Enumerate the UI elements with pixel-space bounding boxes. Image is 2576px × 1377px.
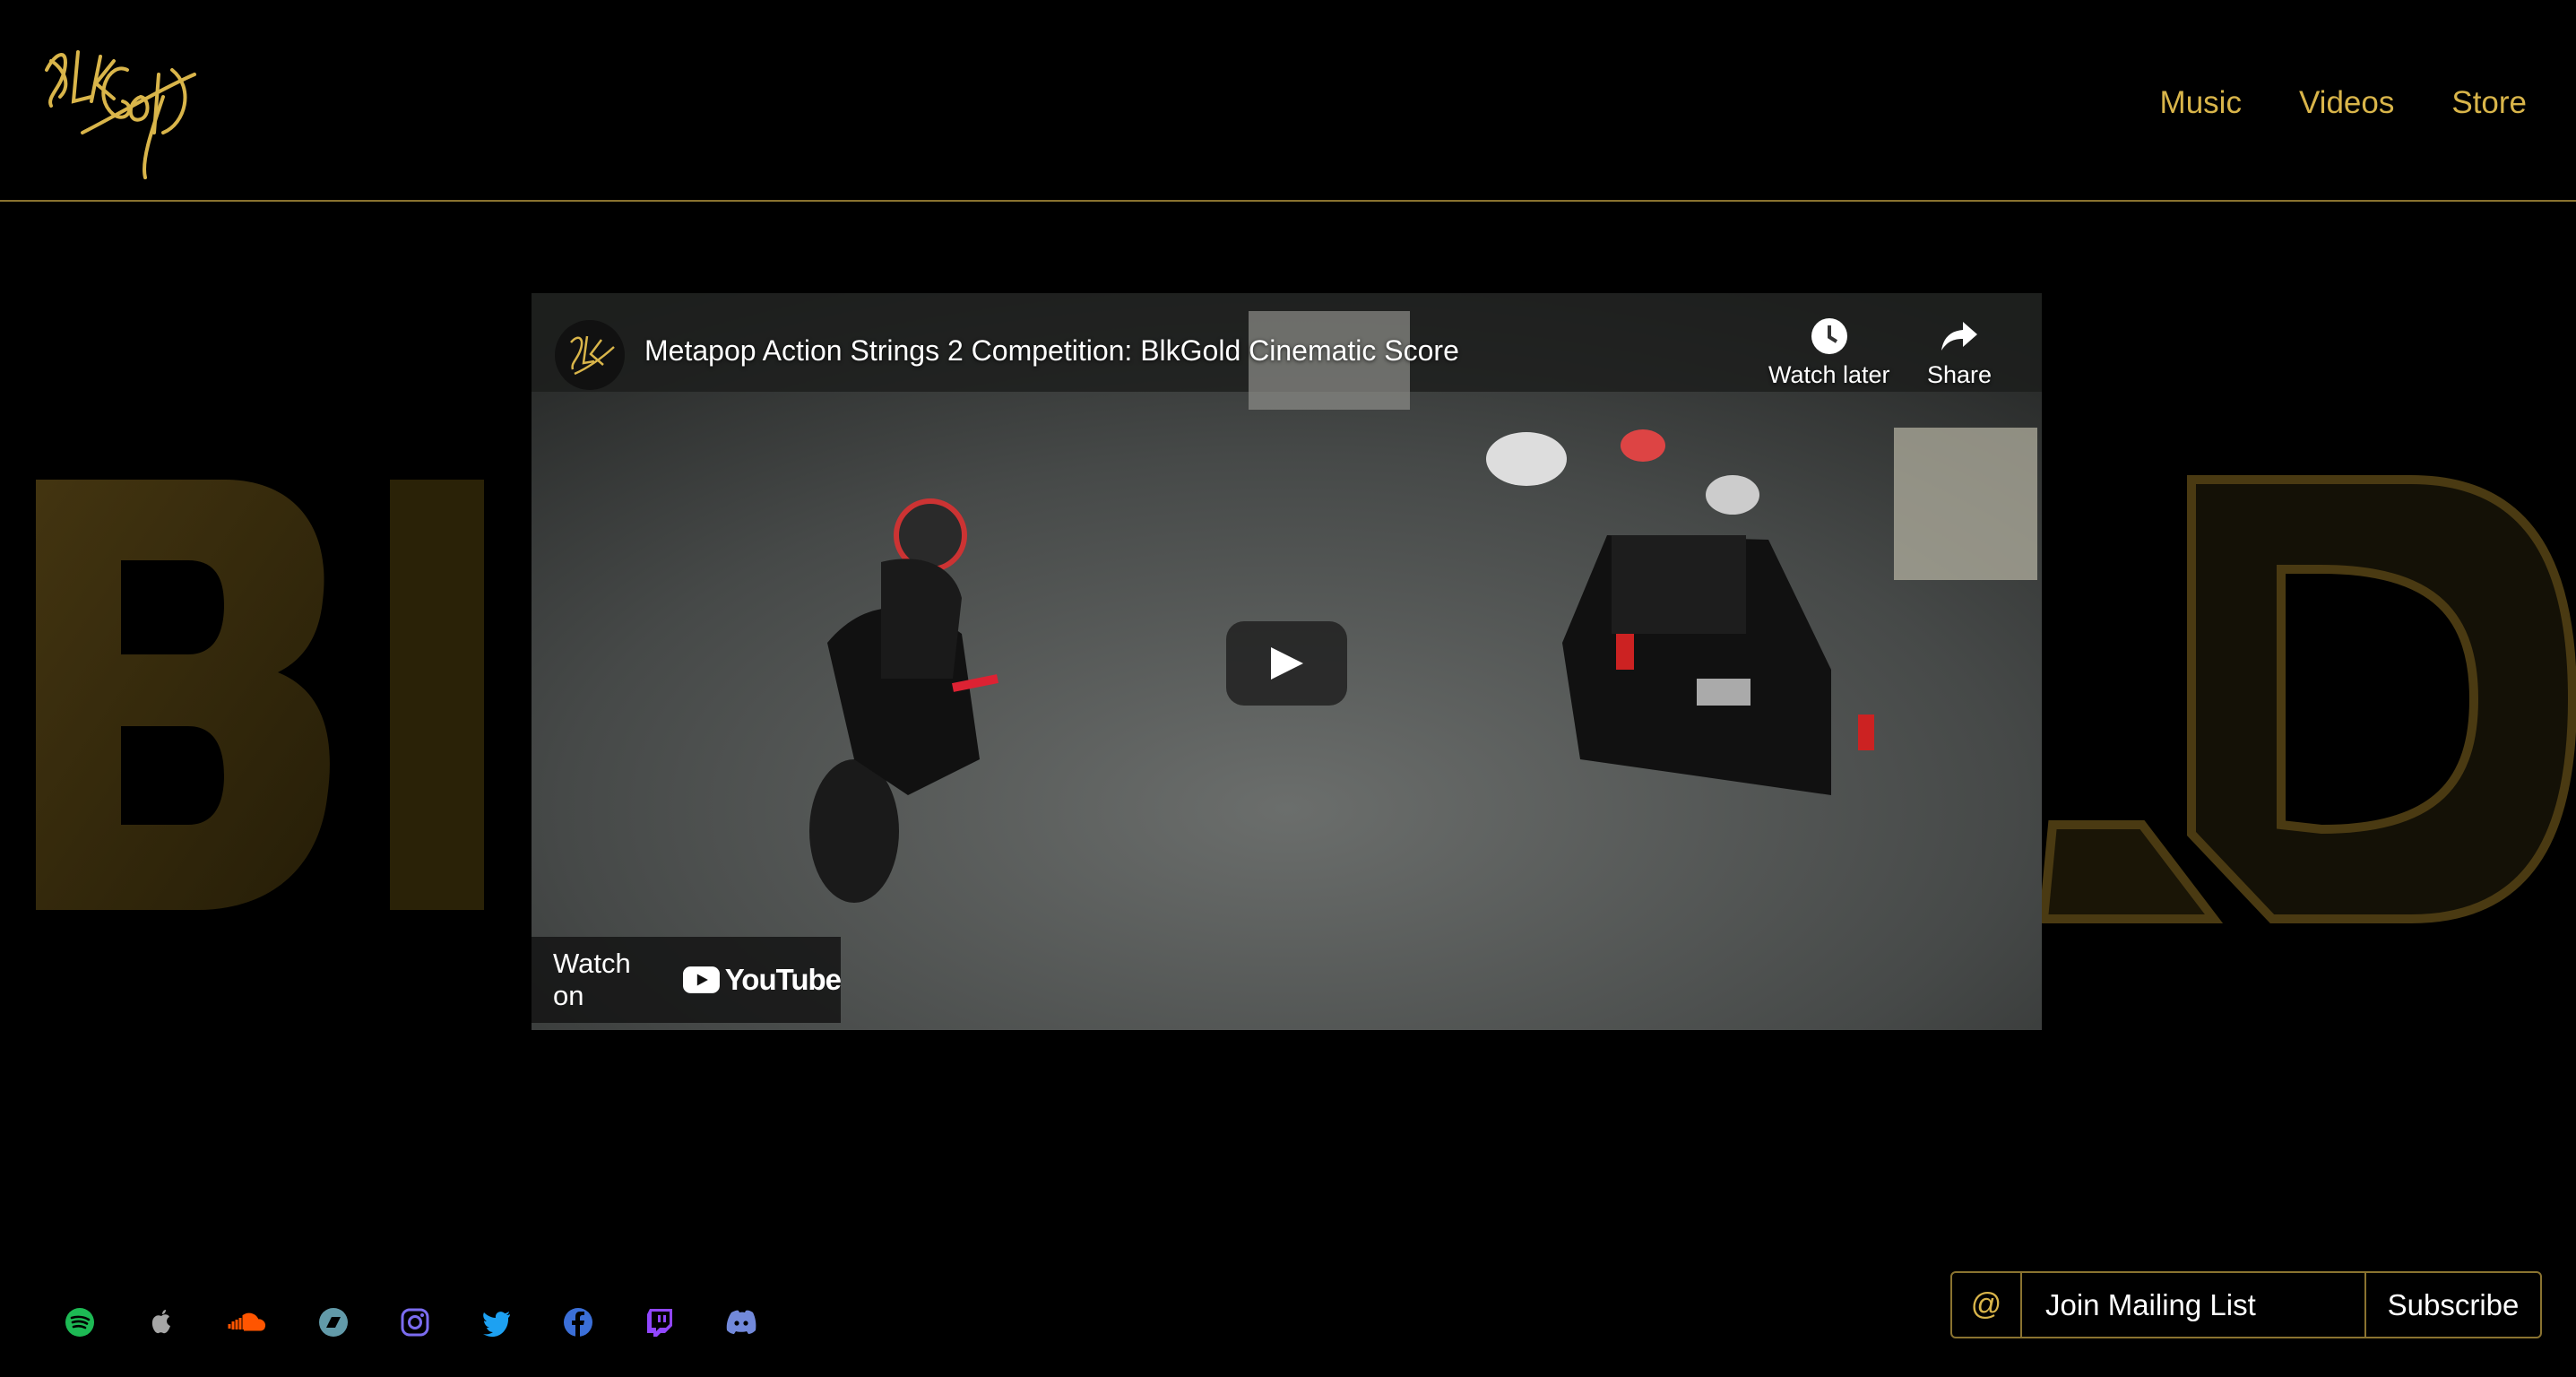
youtube-video-embed[interactable]: Metapop Action Strings 2 Competition: Bl… bbox=[532, 293, 2042, 1030]
twitch-icon[interactable] bbox=[644, 1307, 675, 1338]
mailing-list-form: @ Subscribe bbox=[1950, 1271, 2542, 1338]
site-header: Music Videos Store bbox=[0, 0, 2576, 202]
social-links bbox=[65, 1307, 756, 1338]
twitter-icon[interactable] bbox=[481, 1307, 512, 1338]
clock-icon bbox=[1811, 318, 1847, 354]
nav-store-link[interactable]: Store bbox=[2451, 85, 2527, 121]
nav-videos-link[interactable]: Videos bbox=[2299, 85, 2394, 121]
apple-music-icon[interactable] bbox=[146, 1307, 177, 1338]
watch-later-button[interactable]: Watch later bbox=[1768, 316, 1890, 389]
channel-avatar[interactable] bbox=[555, 320, 625, 390]
share-button[interactable]: Share bbox=[1927, 316, 1992, 389]
watch-later-label: Watch later bbox=[1768, 361, 1890, 388]
instagram-icon[interactable] bbox=[400, 1307, 430, 1338]
bandcamp-icon[interactable] bbox=[318, 1307, 349, 1338]
discord-icon[interactable] bbox=[726, 1307, 756, 1338]
play-icon bbox=[1271, 647, 1303, 680]
video-title[interactable]: Metapop Action Strings 2 Competition: Bl… bbox=[644, 334, 1459, 368]
facebook-icon[interactable] bbox=[563, 1307, 593, 1338]
spotify-icon[interactable] bbox=[65, 1307, 95, 1338]
email-field[interactable] bbox=[2022, 1273, 2366, 1337]
nav-music-link[interactable]: Music bbox=[2160, 85, 2242, 121]
at-symbol: @ bbox=[1952, 1273, 2022, 1337]
youtube-logo-icon bbox=[682, 966, 720, 993]
youtube-wordmark: YouTube bbox=[724, 963, 842, 996]
blkgold-logo[interactable] bbox=[29, 34, 199, 182]
subscribe-button[interactable]: Subscribe bbox=[2366, 1273, 2540, 1337]
soundcloud-icon[interactable] bbox=[228, 1307, 267, 1338]
share-icon bbox=[1941, 322, 1978, 351]
play-button[interactable] bbox=[1226, 621, 1347, 706]
share-label: Share bbox=[1927, 361, 1993, 388]
watch-on-youtube-link[interactable]: Watch on YouTube bbox=[532, 937, 842, 1023]
main-nav: Music Videos Store bbox=[2160, 85, 2527, 121]
watch-on-label: Watch on bbox=[553, 948, 631, 1011]
